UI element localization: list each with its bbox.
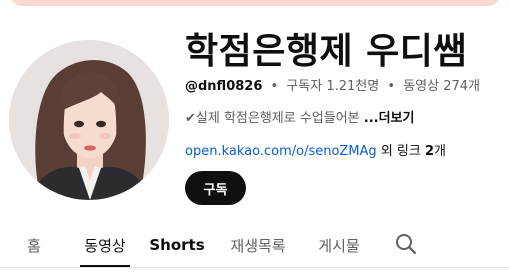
video-count: 동영상 274개 — [403, 79, 480, 94]
link-suffix: 외 링크 — [376, 144, 425, 159]
tab-home[interactable]: 홈 — [18, 222, 50, 268]
link-suffix-unit: 개 — [434, 144, 446, 159]
external-link[interactable]: open.kakao.com/o/senoZMAg — [185, 144, 377, 159]
tab-posts[interactable]: 게시물 — [310, 222, 368, 268]
description-text: ✔실제 학점은행제로 수업들어본 — [185, 111, 364, 126]
avatar-image — [9, 40, 169, 200]
avatar[interactable] — [9, 40, 169, 200]
channel-handle: @dnfl0826 — [185, 79, 263, 94]
channel-banner — [10, 0, 500, 6]
channel-description[interactable]: ✔실제 학점은행제로 수업들어본 ...더보기 — [185, 107, 414, 126]
subscriber-count: 구독자 1.21천명 — [286, 79, 380, 94]
subscribe-button[interactable]: 구독 — [185, 171, 246, 205]
meta-separator: • — [270, 79, 279, 94]
more-button[interactable]: ...더보기 — [364, 111, 415, 126]
channel-title: 학점은행제 우디쌤 — [185, 31, 467, 72]
meta-separator: • — [387, 79, 396, 94]
tab-shorts[interactable]: Shorts — [148, 222, 206, 268]
channel-page: 학점은행제 우디쌤 @dnfl0826 • 구독자 1.21천명 • 동영상 2… — [0, 0, 509, 273]
channel-meta: @dnfl0826 • 구독자 1.21천명 • 동영상 274개 — [185, 75, 480, 94]
tabs-divider — [0, 267, 509, 268]
channel-tabs: 홈 동영상 Shorts 재생목록 게시물 — [0, 222, 509, 273]
link-count: 2 — [424, 144, 435, 159]
search-icon[interactable] — [394, 232, 418, 256]
tab-videos[interactable]: 동영상 — [76, 222, 134, 268]
channel-links: open.kakao.com/o/senoZMAg 외 링크 2개 — [185, 140, 446, 159]
tab-playlists[interactable]: 재생목록 — [220, 222, 296, 268]
